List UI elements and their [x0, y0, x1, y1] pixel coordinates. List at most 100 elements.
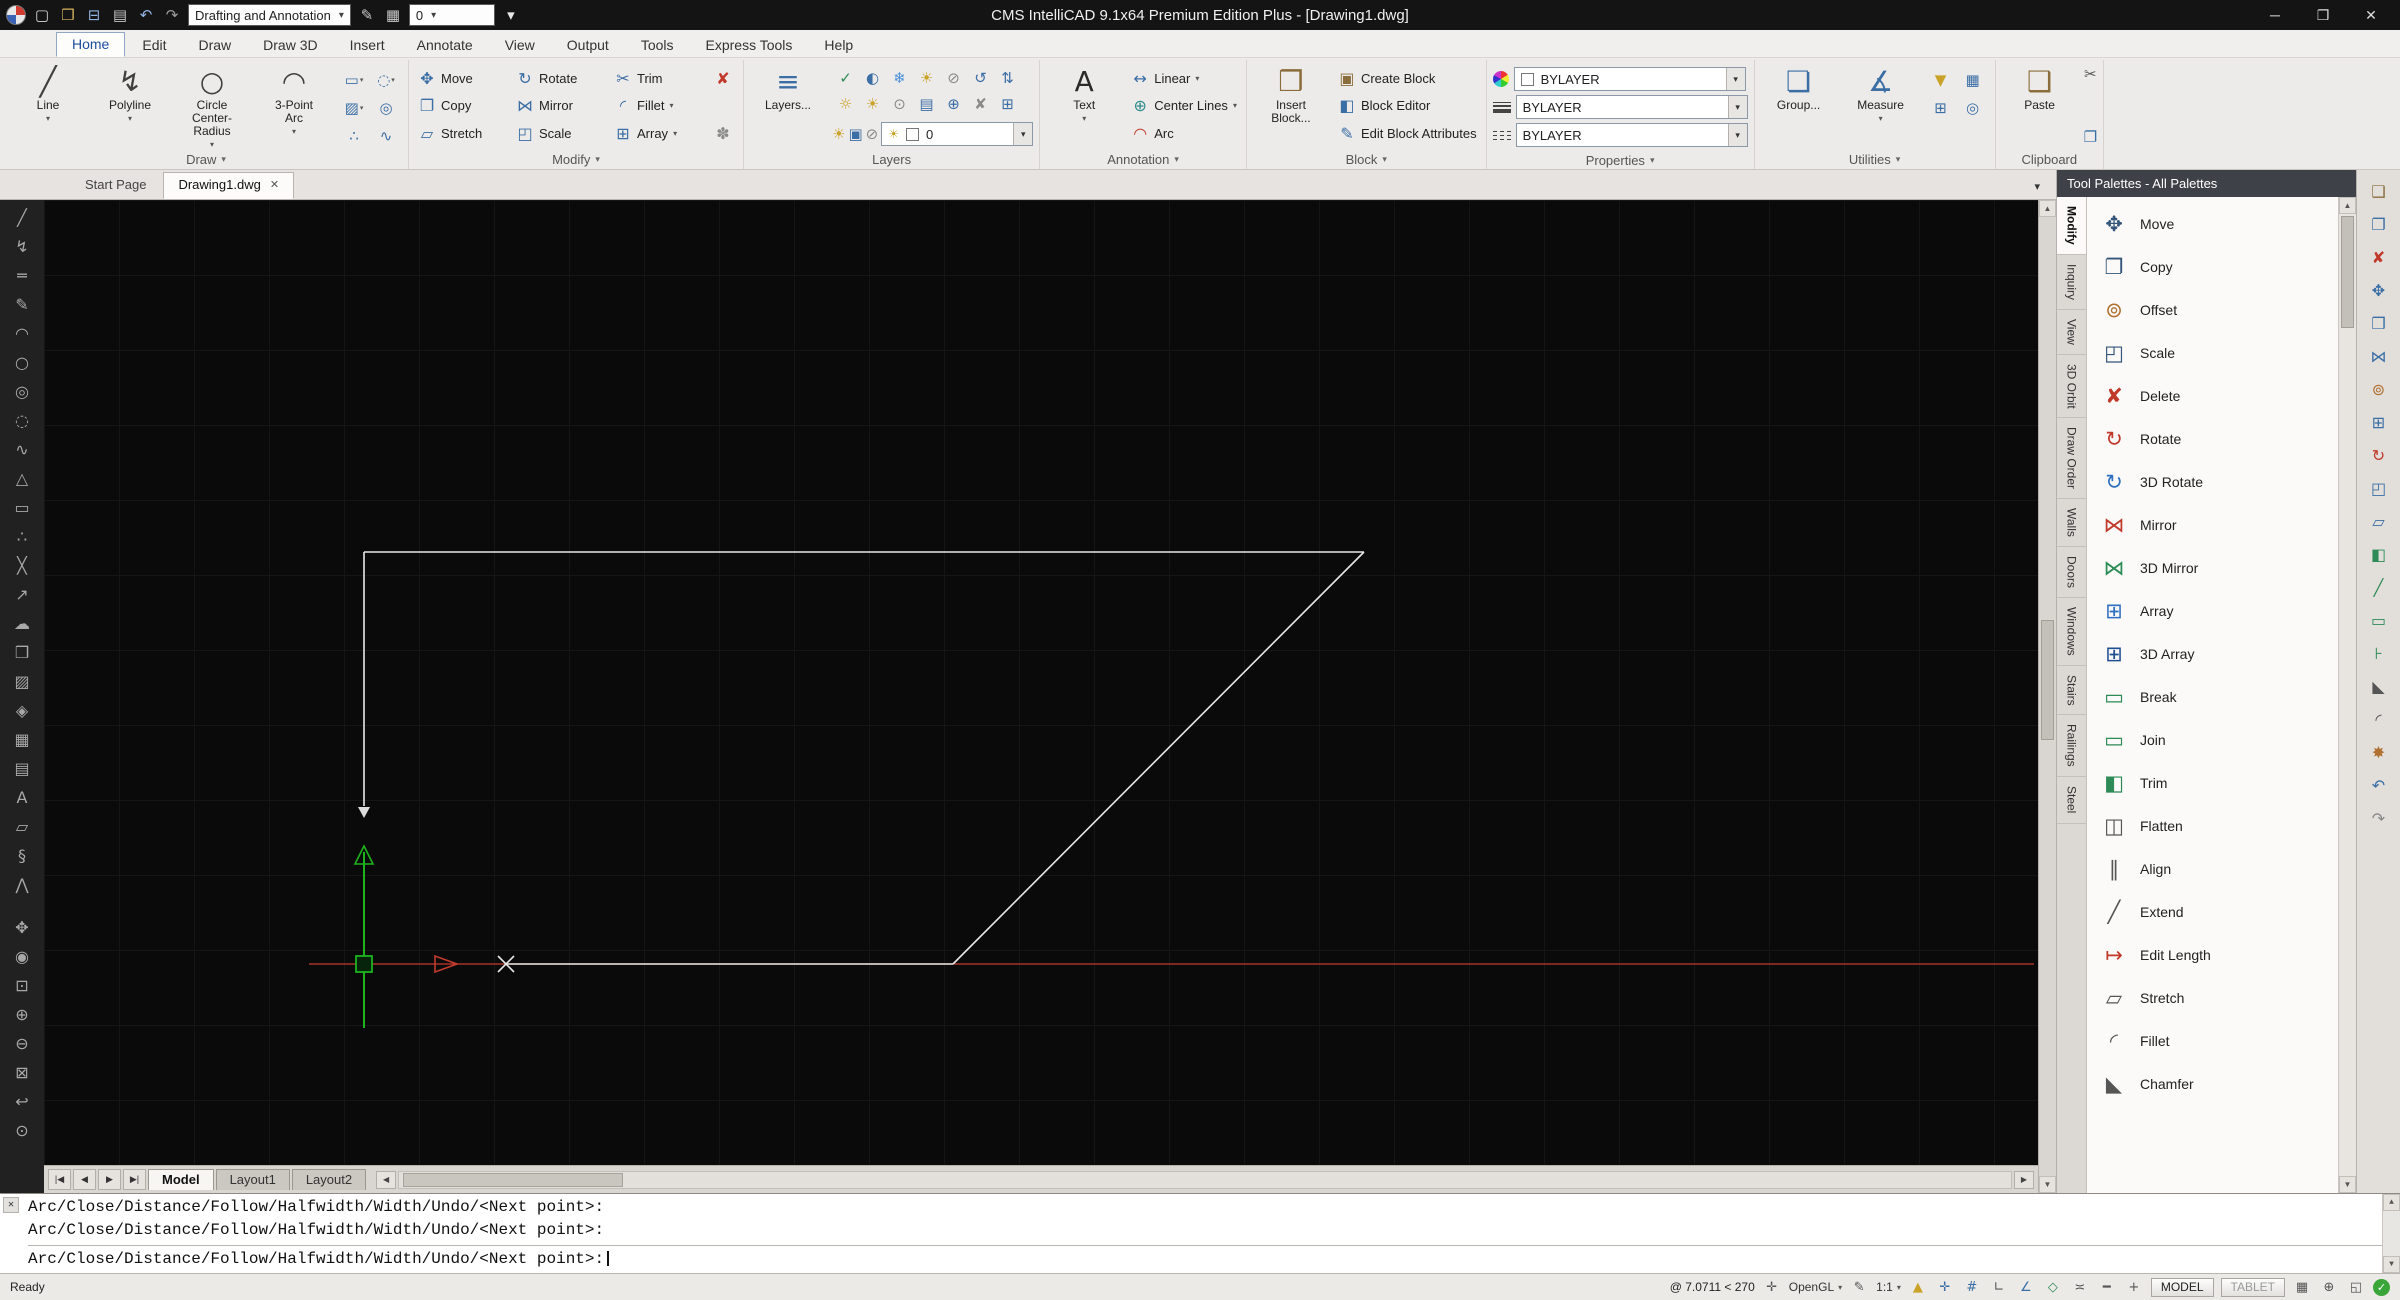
explode-icon[interactable]: ✸ — [2363, 737, 2395, 767]
chevron-down-icon[interactable]: ▾ — [1727, 124, 1747, 146]
point-icon[interactable]: ∴ — [6, 522, 38, 551]
chamfer-icon[interactable]: ◣ — [2363, 671, 2395, 701]
model-space-button[interactable]: MODEL — [2150, 1277, 2214, 1297]
palette-item-3d-array[interactable]: ⊞ 3D Array — [2087, 632, 2338, 675]
create-block-button[interactable]: ▣ Create Block — [1335, 65, 1480, 91]
annotation-monitor-icon[interactable]: ⊕ — [2319, 1277, 2339, 1297]
palette-item-chamfer[interactable]: ◣ Chamfer — [2087, 1062, 2338, 1105]
ellipse-button[interactable]: ◌ ▾ — [370, 66, 402, 94]
freehand-icon[interactable]: ✎ — [6, 290, 38, 319]
layer-previous-button[interactable]: ↺ — [967, 65, 994, 91]
menu-tab-insert[interactable]: Insert — [335, 34, 400, 57]
layer-dropdown[interactable]: ☀ 0 ▾ — [881, 122, 1034, 146]
save-icon[interactable]: ⊟ — [82, 3, 106, 27]
palette-tab-railings[interactable]: Railings — [2057, 715, 2086, 778]
layer-off-button[interactable]: ☀ — [913, 65, 940, 91]
chevron-down-icon[interactable]: ▾ — [1727, 96, 1747, 118]
panel-label-block[interactable]: Block ▾ — [1253, 149, 1480, 169]
quick-select-button[interactable]: ▼ — [1925, 66, 1957, 94]
scroll-up-icon[interactable]: ▲ — [2039, 200, 2056, 217]
point-style-button[interactable]: ⊞ — [1925, 94, 1957, 122]
layer-merge-button[interactable]: ⊕ — [940, 91, 967, 117]
app-logo-icon[interactable] — [6, 5, 26, 25]
three-point-arc-button[interactable]: ◠ 3-Point Arc ▾ — [256, 62, 332, 150]
layer-on-button[interactable]: ☀ — [859, 91, 886, 117]
palette-tab-view[interactable]: View — [2057, 310, 2086, 355]
menu-tab-express-tools[interactable]: Express Tools — [691, 34, 808, 57]
linetype-control[interactable]: BYLAYER ▾ — [1492, 121, 1748, 149]
quick-input-icon[interactable]: + — [2124, 1277, 2144, 1297]
bulb-on-button[interactable]: ☀ — [832, 125, 845, 143]
join-icon[interactable]: ⊦ — [2363, 638, 2395, 668]
grid-display-icon[interactable]: # — [1962, 1277, 1982, 1297]
region-icon[interactable]: ▦ — [6, 725, 38, 754]
last-layout-icon[interactable]: ▶| — [123, 1169, 146, 1190]
helix-icon[interactable]: § — [6, 841, 38, 870]
scroll-up-icon[interactable]: ▲ — [2339, 197, 2356, 214]
fillet-icon[interactable]: ◜ — [2363, 704, 2395, 734]
previous-layout-icon[interactable]: ◀ — [73, 1169, 96, 1190]
panel-label-annotation[interactable]: Annotation ▾ — [1046, 149, 1240, 169]
coordinates[interactable]: @ 7.0711 < 270 — [1670, 1280, 1755, 1294]
layout-tab-layout1[interactable]: Layout1 — [215, 1169, 290, 1190]
break-icon[interactable]: ▭ — [2363, 605, 2395, 635]
panel-label-layers[interactable]: Layers — [750, 149, 1033, 169]
redo-icon[interactable]: ↷ — [160, 3, 184, 27]
group-button[interactable]: ❏ Group... — [1761, 62, 1837, 149]
palette-item-fillet[interactable]: ◜ Fillet — [2087, 1019, 2338, 1062]
layer-color-button[interactable]: ▣ — [848, 125, 862, 143]
text-button[interactable]: A Text ▾ — [1046, 62, 1122, 149]
panel-label-draw[interactable]: Draw ▾ — [10, 150, 402, 169]
palette-tab-modify[interactable]: Modify — [2057, 197, 2086, 255]
array-button[interactable]: ⊞ Array ▾ — [611, 120, 707, 146]
spline-icon[interactable]: ∿ — [6, 435, 38, 464]
canvas-horizontal-scrollbar[interactable]: ◀ ▶ — [376, 1170, 2034, 1189]
zoom-out-icon[interactable]: ⊖ — [6, 1029, 38, 1058]
panel-label-clipboard[interactable]: Clipboard — [2002, 149, 2097, 169]
palette-tab-stairs[interactable]: Stairs — [2057, 666, 2086, 716]
maximize-button[interactable]: ❐ — [2300, 2, 2346, 28]
hatch-button[interactable]: ▨ ▾ — [338, 94, 370, 122]
polyline-icon[interactable]: ↯ — [6, 232, 38, 261]
toolbar-options-icon[interactable]: ▾ — [499, 3, 523, 27]
spline-button[interactable]: ∿ — [370, 122, 402, 150]
layer-lock-button[interactable]: ⊘ — [940, 65, 967, 91]
new-file-icon[interactable]: ▢ — [30, 3, 54, 27]
undo-icon[interactable]: ↶ — [134, 3, 158, 27]
palette-tab-inquiry[interactable]: Inquiry — [2057, 255, 2086, 310]
trim-button[interactable]: ✂ Trim — [611, 65, 707, 91]
rotate-icon[interactable]: ↻ — [2363, 440, 2395, 470]
match-properties-icon[interactable]: ✎ — [355, 3, 379, 27]
measure-button[interactable]: ∡ Measure ▾ — [1843, 62, 1919, 149]
rectangle-button[interactable]: ▭ ▾ — [338, 66, 370, 94]
menu-tab-home[interactable]: Home — [56, 32, 126, 57]
first-layout-icon[interactable]: |◀ — [48, 1169, 71, 1190]
stretch-icon[interactable]: ▱ — [2363, 506, 2395, 536]
layer-isolate-button[interactable]: ◐ — [859, 65, 886, 91]
ellipse-icon[interactable]: ◌ — [6, 406, 38, 435]
menu-tab-view[interactable]: View — [490, 34, 550, 57]
zoom-extents-icon[interactable]: ⊠ — [6, 1058, 38, 1087]
doc-tab-start-page[interactable]: Start Page — [70, 172, 161, 199]
rectangle-icon[interactable]: ▭ — [6, 493, 38, 522]
menu-tab-edit[interactable]: Edit — [127, 34, 181, 57]
color-control[interactable]: BYLAYER ▾ — [1492, 65, 1748, 93]
layer-new-button[interactable]: ⊞ — [994, 91, 1021, 117]
quick-calculator-button[interactable]: ▦ — [1957, 66, 1989, 94]
entity-snap-icon[interactable]: ◇ — [2043, 1277, 2063, 1297]
tab-list-caret-icon[interactable]: ▾ — [2034, 180, 2048, 199]
menu-tab-output[interactable]: Output — [552, 34, 624, 57]
layer-walk-button[interactable]: ⇅ — [994, 65, 1021, 91]
palette-item-stretch[interactable]: ▱ Stretch — [2087, 976, 2338, 1019]
palette-item-copy[interactable]: ❐ Copy — [2087, 245, 2338, 288]
layer-lock-toggle-button[interactable]: ⊘ — [866, 125, 879, 143]
copy-clip-button[interactable]: ❐ — [2084, 128, 2097, 146]
annotation-auto-icon[interactable]: ▲ — [1908, 1277, 1928, 1297]
close-tab-icon[interactable]: ✕ — [270, 178, 279, 191]
zoom-in-icon[interactable]: ⊕ — [6, 1000, 38, 1029]
zoom-all-icon[interactable]: ⊙ — [6, 1116, 38, 1145]
palette-item-offset[interactable]: ⊚ Offset — [2087, 288, 2338, 331]
layer-states-manager-button[interactable]: ▤ — [913, 91, 940, 117]
sweep-button[interactable]: ✽ — [709, 120, 737, 146]
paste-icon[interactable]: ❑ — [2363, 176, 2395, 206]
